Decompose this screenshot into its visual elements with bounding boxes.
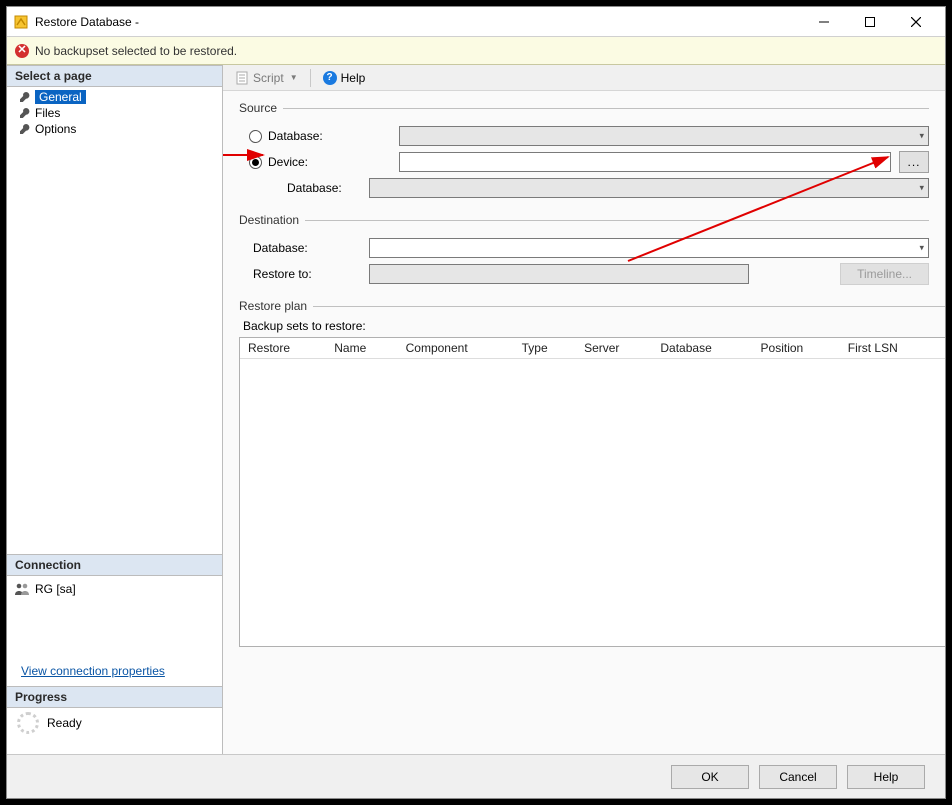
source-database-dropdown[interactable]: ▾	[399, 126, 929, 146]
connection-header: Connection	[7, 554, 222, 576]
server-user-icon	[15, 582, 29, 596]
col-name[interactable]: Name	[326, 338, 397, 359]
minimize-button[interactable]	[801, 7, 847, 37]
source-database-label: Database:	[268, 129, 323, 143]
window-title: Restore Database -	[35, 15, 801, 29]
wrench-icon	[19, 123, 31, 135]
page-item-files[interactable]: Files	[7, 105, 222, 121]
chevron-down-icon: ▼	[290, 73, 298, 82]
progress-spinner-icon	[17, 712, 39, 734]
help-button-bottom[interactable]: Help	[847, 765, 925, 789]
timeline-button[interactable]: Timeline...	[840, 263, 929, 285]
source-sub-database-label: Database:	[239, 181, 369, 195]
cancel-button[interactable]: Cancel	[759, 765, 837, 789]
app-icon	[13, 14, 29, 30]
restore-database-window: Restore Database - ✕ No backupset select…	[6, 6, 946, 799]
wrench-icon	[19, 107, 31, 119]
col-lastlsn[interactable]: Last LSN	[938, 338, 945, 359]
col-server[interactable]: Server	[576, 338, 652, 359]
col-restore[interactable]: Restore	[240, 338, 326, 359]
chevron-down-icon: ▾	[919, 243, 924, 254]
ok-button[interactable]: OK	[671, 765, 749, 789]
backup-sets-subtitle: Backup sets to restore:	[239, 319, 945, 333]
progress-status: Ready	[47, 716, 82, 730]
chevron-down-icon: ▾	[919, 183, 924, 194]
view-connection-properties-link[interactable]: View connection properties	[21, 664, 165, 678]
help-button[interactable]: ? Help	[319, 69, 370, 87]
source-database-radio[interactable]	[249, 130, 262, 143]
select-page-header: Select a page	[7, 65, 222, 87]
source-section: Source Database: ▾	[239, 101, 929, 203]
restore-to-label: Restore to:	[239, 267, 369, 281]
col-firstlsn[interactable]: First LSN	[840, 338, 938, 359]
titlebar: Restore Database -	[7, 7, 945, 37]
source-legend: Source	[239, 101, 283, 115]
maximize-button[interactable]	[847, 7, 893, 37]
alert-strip: ✕ No backupset selected to be restored.	[7, 37, 945, 65]
chevron-down-icon: ▾	[919, 131, 924, 142]
restore-plan-legend: Restore plan	[239, 299, 313, 313]
restore-to-input	[369, 264, 749, 284]
close-button[interactable]	[893, 7, 939, 37]
destination-section: Destination Database: ▾ Restore to:	[239, 213, 929, 289]
source-sub-database-dropdown[interactable]: ▾	[369, 178, 929, 198]
source-device-radio[interactable]	[249, 156, 262, 169]
col-database[interactable]: Database	[652, 338, 752, 359]
browse-device-button[interactable]: ...	[899, 151, 929, 173]
backup-sets-table[interactable]: Restore Name Component Type Server Datab…	[239, 337, 945, 647]
progress-header: Progress	[7, 686, 222, 708]
sidebar: Select a page General Files	[7, 65, 223, 754]
connection-value-row: RG [sa]	[7, 576, 222, 602]
restore-plan-section: Restore plan Backup sets to restore: Res…	[239, 299, 945, 677]
help-icon: ?	[323, 71, 337, 85]
source-device-label: Device:	[268, 155, 308, 169]
connection-value: RG [sa]	[35, 582, 76, 596]
alert-text: No backupset selected to be restored.	[35, 44, 237, 58]
panel-toolbar: Script ▼ ? Help	[223, 65, 945, 91]
progress-row: Ready	[7, 708, 222, 738]
toolbar-separator	[310, 69, 311, 87]
col-position[interactable]: Position	[753, 338, 840, 359]
page-item-options[interactable]: Options	[7, 121, 222, 137]
device-path-input[interactable]	[399, 152, 891, 172]
script-button[interactable]: Script ▼	[231, 69, 302, 87]
col-component[interactable]: Component	[398, 338, 514, 359]
page-item-general[interactable]: General	[7, 89, 222, 105]
destination-database-dropdown[interactable]: ▾	[369, 238, 929, 258]
script-icon	[235, 71, 249, 85]
destination-database-label: Database:	[239, 241, 369, 255]
wrench-icon	[19, 91, 31, 103]
error-icon: ✕	[15, 44, 29, 58]
right-panel: Script ▼ ? Help Source	[223, 65, 945, 754]
connection-properties-link-row: View connection properties	[7, 658, 222, 686]
col-type[interactable]: Type	[514, 338, 576, 359]
destination-legend: Destination	[239, 213, 305, 227]
dialog-button-bar: OK Cancel Help	[7, 754, 945, 798]
